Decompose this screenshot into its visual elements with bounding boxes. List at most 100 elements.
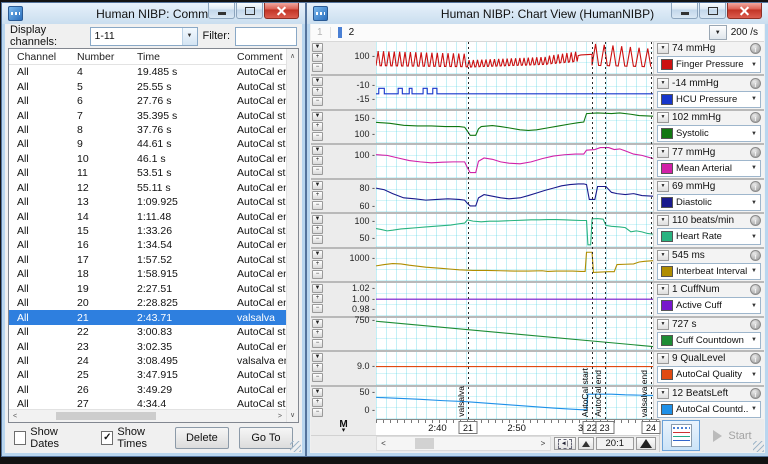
zoom-in-button[interactable]: + <box>312 121 323 131</box>
vertical-scrollbar[interactable]: ∧ ∨ <box>286 49 298 422</box>
marker-tool-area[interactable]: M ▾ <box>311 419 376 435</box>
channel-dropdown-button[interactable]: ▼ <box>312 318 323 328</box>
scrollbar-thumb[interactable] <box>56 412 156 420</box>
close-button[interactable] <box>727 3 762 19</box>
channel-dropdown-button[interactable]: ▼ <box>312 111 323 121</box>
horizontal-scrollbar[interactable]: < > <box>9 409 286 422</box>
zoom-out-button[interactable]: − <box>312 373 323 383</box>
chevron-down-icon[interactable]: ▼ <box>751 234 757 240</box>
zoom-in-button[interactable]: + <box>312 294 323 304</box>
scale-dropdown-button[interactable]: ▼ <box>657 146 669 158</box>
table-row[interactable]: All 16 1:34.54 AutoCal end <box>9 238 286 252</box>
block-1-label[interactable]: 1 <box>317 27 323 38</box>
block-2-label[interactable]: 2 <box>349 27 355 38</box>
info-icon[interactable]: i <box>750 146 761 158</box>
table-row[interactable]: All 8 37.76 s AutoCal end <box>9 123 286 137</box>
channel-plot[interactable] <box>376 214 653 247</box>
table-row[interactable]: All 24 3:08.495 valsalva end <box>9 354 286 368</box>
zoom-in-button[interactable]: + <box>312 190 323 200</box>
scale-dropdown-button[interactable]: ▼ <box>657 318 669 330</box>
channel-dropdown-button[interactable]: ▼ <box>312 284 323 294</box>
table-row[interactable]: All 18 1:58.915 AutoCal end <box>9 267 286 281</box>
scroll-up-icon[interactable]: ∧ <box>290 52 295 60</box>
maximize-button[interactable] <box>699 3 726 19</box>
channel-dropdown-button[interactable]: ▼ <box>312 249 323 259</box>
show-times-option[interactable]: ✓ Show Times <box>101 426 169 450</box>
zoom-in-button[interactable]: + <box>312 363 323 373</box>
channel-select[interactable]: Finger Pressure ▼ <box>657 56 761 74</box>
block-boundary-indicator[interactable] <box>337 27 342 38</box>
table-row[interactable]: All 9 44.61 s AutoCal start <box>9 137 286 151</box>
table-row[interactable]: All 6 27.76 s AutoCal end <box>9 94 286 108</box>
chevron-down-icon[interactable]: ▼ <box>751 96 757 102</box>
chart-titlebar[interactable]: Human NIBP: Chart View (HumanNIBP) <box>307 3 768 24</box>
scroll-right-icon[interactable]: > <box>278 413 282 420</box>
zoom-in-button[interactable]: + <box>312 259 323 269</box>
scale-dropdown-button[interactable]: ▼ <box>657 353 669 365</box>
channel-select[interactable]: AutoCal Countd... ▼ <box>657 400 761 418</box>
comments-titlebar[interactable]: Human NIBP: Comments <box>2 3 305 24</box>
chevron-down-icon[interactable]: ▼ <box>751 372 757 378</box>
zoom-out-button[interactable]: − <box>312 63 323 72</box>
channel-dropdown-button[interactable]: ▼ <box>312 387 323 397</box>
scroll-left-icon[interactable]: < <box>377 439 390 448</box>
table-row[interactable]: All 20 2:28.825 AutoCal end <box>9 296 286 310</box>
chevron-down-icon[interactable]: ▼ <box>751 131 757 137</box>
channel-plot[interactable] <box>376 110 653 144</box>
zoom-in-button[interactable]: + <box>312 87 323 97</box>
scale-dropdown-button[interactable]: ▼ <box>657 181 669 193</box>
scroll-mode-button[interactable]: ◄| <box>553 437 576 451</box>
info-icon[interactable]: i <box>750 112 761 124</box>
table-row[interactable]: All 13 1:09.925 AutoCal start <box>9 195 286 209</box>
info-icon[interactable]: i <box>750 353 761 365</box>
scrollbar-thumb[interactable] <box>414 438 434 450</box>
scale-dropdown-button[interactable]: ▼ <box>657 387 669 399</box>
chevron-down-icon[interactable]: ▼ <box>751 303 757 309</box>
channel-plot[interactable] <box>376 179 653 213</box>
time-axis[interactable]: 2:40 2:50 3 21 22 23 24 <box>376 419 661 435</box>
scale-dropdown-button[interactable]: ▼ <box>657 43 669 55</box>
channel-dropdown-button[interactable]: ▼ <box>312 180 323 190</box>
chevron-down-icon[interactable]: ▼ <box>751 200 757 206</box>
scale-dropdown-button[interactable]: ▼ <box>657 249 669 261</box>
table-row[interactable]: All 19 2:27.51 AutoCal start <box>9 282 286 296</box>
info-icon[interactable]: i <box>750 249 761 261</box>
show-dates-checkbox[interactable] <box>14 430 27 445</box>
table-row[interactable]: All 15 1:33.26 AutoCal start <box>9 224 286 238</box>
scroll-down-icon[interactable]: ∨ <box>290 411 295 419</box>
rate-dropdown-button[interactable]: ▼ <box>708 25 727 40</box>
zoom-out-button[interactable]: − <box>312 200 323 210</box>
channel-select[interactable]: Interbeat Interval ▼ <box>657 262 761 280</box>
channel-select[interactable]: Mean Arterial ▼ <box>657 159 761 177</box>
zoom-in-time-button[interactable] <box>636 437 656 451</box>
channel-select[interactable]: Cuff Countdown ▼ <box>657 331 761 349</box>
channel-dropdown-button[interactable]: ▼ <box>312 77 323 87</box>
table-row[interactable]: All 12 55.11 s AutoCal end <box>9 181 286 195</box>
chevron-down-icon[interactable]: ▼ <box>751 268 757 274</box>
channel-dropdown-button[interactable]: ▼ <box>312 146 323 156</box>
channel-plot[interactable] <box>376 352 653 385</box>
info-icon[interactable]: i <box>750 77 761 89</box>
zoom-out-button[interactable]: − <box>312 235 323 245</box>
chart-horizontal-scrollbar[interactable]: < > <box>376 436 551 452</box>
resize-grip[interactable] <box>290 441 301 452</box>
table-row[interactable]: All 22 3:00.83 AutoCal start <box>9 325 286 339</box>
minimize-button[interactable] <box>208 3 235 19</box>
scale-dropdown-button[interactable]: ▼ <box>657 284 669 296</box>
table-row[interactable]: All 7 35.395 s AutoCal start <box>9 108 286 122</box>
show-dates-option[interactable]: Show Dates <box>14 426 81 450</box>
channel-plot[interactable] <box>376 317 653 351</box>
zoom-out-button[interactable]: − <box>312 338 323 348</box>
table-row[interactable]: All 4 19.485 s AutoCal end <box>9 65 286 79</box>
channel-plot[interactable] <box>376 248 653 282</box>
zoom-out-button[interactable]: − <box>312 166 323 176</box>
channel-select[interactable]: Diastolic ▼ <box>657 194 761 212</box>
channel-plot[interactable] <box>376 76 653 109</box>
info-icon[interactable]: i <box>750 181 761 193</box>
zoom-out-button[interactable]: − <box>312 304 323 314</box>
zoom-in-button[interactable]: + <box>312 156 323 166</box>
info-icon[interactable]: i <box>750 387 761 399</box>
info-icon[interactable]: i <box>750 284 761 296</box>
comment-number-box[interactable]: 24 <box>641 421 661 434</box>
chart-view-mode-button[interactable] <box>662 420 700 451</box>
